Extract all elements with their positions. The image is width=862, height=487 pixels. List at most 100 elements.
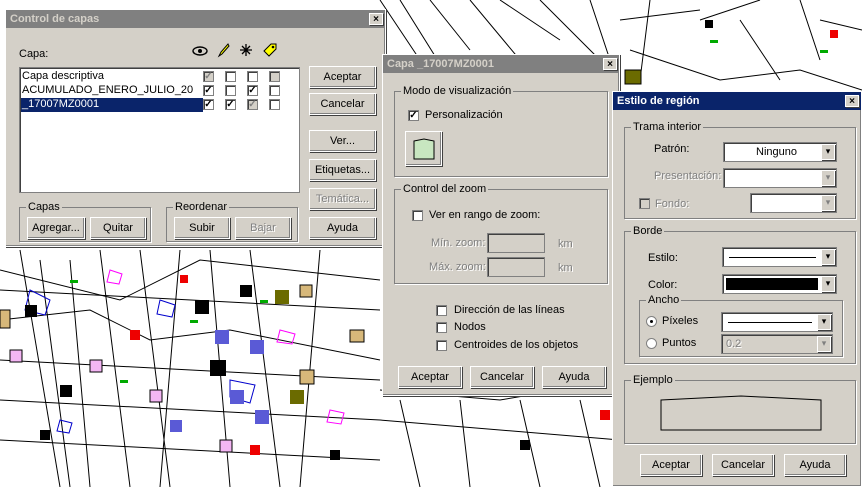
aceptar-button[interactable]: Aceptar [640,454,702,476]
direccion-checkbox[interactable] [436,305,447,316]
region-style-icon [413,137,434,159]
ver-rango-label: Ver en rango de zoom: [429,209,541,221]
color-label: Color: [648,279,678,291]
min-zoom-field[interactable] [487,233,545,253]
estilo-title: Estilo de región [617,95,700,107]
editable-checkbox[interactable] [225,99,236,110]
capa-title: Capa _17007MZ0001 [387,58,495,70]
max-zoom-field[interactable] [487,257,545,277]
aceptar-button[interactable]: Aceptar [398,366,462,388]
puntos-label: Puntos [662,337,697,349]
direccion-label: Dirección de las líneas [454,304,565,316]
color-swatch [726,278,818,290]
capas-titlebar[interactable]: Control de capas × [6,10,385,28]
visible-checkbox[interactable] [203,85,214,96]
eye-icon [192,46,208,56]
cancelar-button[interactable]: Cancelar [470,366,534,388]
list-item[interactable]: Capa descriptiva [22,70,202,83]
presentacion-select[interactable]: ▾ [723,168,837,188]
layer-name: Capa descriptiva [22,70,104,82]
puntos-radio[interactable] [646,338,657,349]
modo-group-title: Modo de visualización [401,85,514,97]
dropdown-arrow-icon[interactable]: ▾ [817,336,831,352]
ejemplo-group-title: Ejemplo [631,374,675,386]
centroides-label: Centroides de los objetos [454,339,579,351]
quitar-button[interactable]: Quitar [90,217,146,239]
km-label: km [558,262,573,274]
ancho-group-title: Ancho [646,294,682,306]
fondo-label: Fondo: [655,198,690,210]
puntos-select[interactable]: 0.2 ▾ [721,334,833,354]
ver-rango-checkbox[interactable] [412,210,423,221]
close-icon[interactable]: × [369,13,383,25]
zoom-group-title: Control del zoom [401,183,489,195]
ayuda-button[interactable]: Ayuda [542,366,606,388]
tematica-button[interactable]: Temática... [309,188,376,210]
list-item[interactable]: ACUMULADO_ENERO_JULIO_20 [22,84,202,97]
capa-label: Capa: [19,48,49,60]
centroides-checkbox[interactable] [436,340,447,351]
dropdown-arrow-icon[interactable]: ▾ [821,195,835,211]
nodos-label: Nodos [454,321,486,333]
fondo-checkbox[interactable] [639,198,650,209]
control-de-capas-dialog: Control de capas × Capa: Capa descriptiv… [5,9,386,247]
patron-select[interactable]: Ninguno ▾ [723,142,837,162]
tag-icon [263,43,277,57]
puntos-value: 0.2 [726,338,742,350]
bajar-button[interactable]: Bajar [235,217,291,239]
dropdown-arrow-icon[interactable]: ▾ [817,314,831,330]
presentacion-label: Presentación: [654,170,722,182]
km-label: km [558,238,573,250]
dropdown-arrow-icon[interactable]: ▾ [821,276,835,292]
layer-name: _17007MZ0001 [22,98,100,110]
dropdown-arrow-icon[interactable]: ▾ [821,144,835,160]
label-checkbox[interactable] [269,71,280,82]
visible-checkbox[interactable] [203,99,214,110]
color-select[interactable]: ▾ [722,274,837,294]
nodos-checkbox[interactable] [436,322,447,333]
capa-titlebar[interactable]: Capa _17007MZ0001 × [383,55,619,73]
layer-name: ACUMULADO_ENERO_JULIO_20 [22,84,194,96]
pixeles-select[interactable]: ▾ [721,312,833,332]
label-checkbox[interactable] [269,85,280,96]
list-item-selected[interactable]: _17007MZ0001 [21,98,203,112]
close-icon[interactable]: × [845,95,859,107]
ver-button[interactable]: Ver... [309,130,376,152]
capa-properties-dialog: Capa _17007MZ0001 × Modo de visualizació… [382,54,620,396]
selectable-checkbox[interactable] [247,85,258,96]
cancelar-button[interactable]: Cancelar [309,93,376,115]
fondo-color-select[interactable]: ▾ [750,193,837,213]
estilo-titlebar[interactable]: Estilo de región × [613,92,861,110]
reordenar-group-title: Reordenar [173,201,229,213]
editable-checkbox[interactable] [225,85,236,96]
agregar-button[interactable]: Agregar... [27,217,85,239]
aceptar-button[interactable]: Aceptar [309,66,376,88]
selectable-checkbox[interactable] [247,71,258,82]
close-icon[interactable]: × [603,58,617,70]
dropdown-arrow-icon[interactable]: ▾ [821,170,835,186]
style-preview-button[interactable] [405,131,442,166]
cancelar-button[interactable]: Cancelar [712,454,774,476]
capas-group-title: Capas [26,201,62,213]
estilo-select[interactable]: ▾ [722,247,837,267]
dropdown-arrow-icon[interactable]: ▾ [821,249,835,265]
pixeles-label: Píxeles [662,315,699,327]
pixeles-radio[interactable] [646,316,657,327]
pencil-icon [217,43,230,58]
trama-group-title: Trama interior [631,121,704,133]
layer-list[interactable]: Capa descriptiva ACUMULADO_ENERO_JULIO_2… [19,67,300,193]
estilo-label: Estilo: [648,252,678,264]
subir-button[interactable]: Subir [174,217,230,239]
patron-value: Ninguno [756,146,797,158]
personalizacion-checkbox[interactable] [408,110,419,121]
editable-checkbox[interactable] [225,71,236,82]
personalizacion-label: Personalización [425,109,503,121]
min-zoom-label: Mín. zoom: [431,237,486,249]
capas-title: Control de capas [10,13,100,25]
ayuda-button[interactable]: Ayuda [309,217,376,239]
ayuda-button[interactable]: Ayuda [784,454,846,476]
etiquetas-button[interactable]: Etiquetas... [309,159,376,181]
visible-checkbox[interactable] [203,71,214,82]
selectable-checkbox[interactable] [247,99,258,110]
label-checkbox[interactable] [269,99,280,110]
